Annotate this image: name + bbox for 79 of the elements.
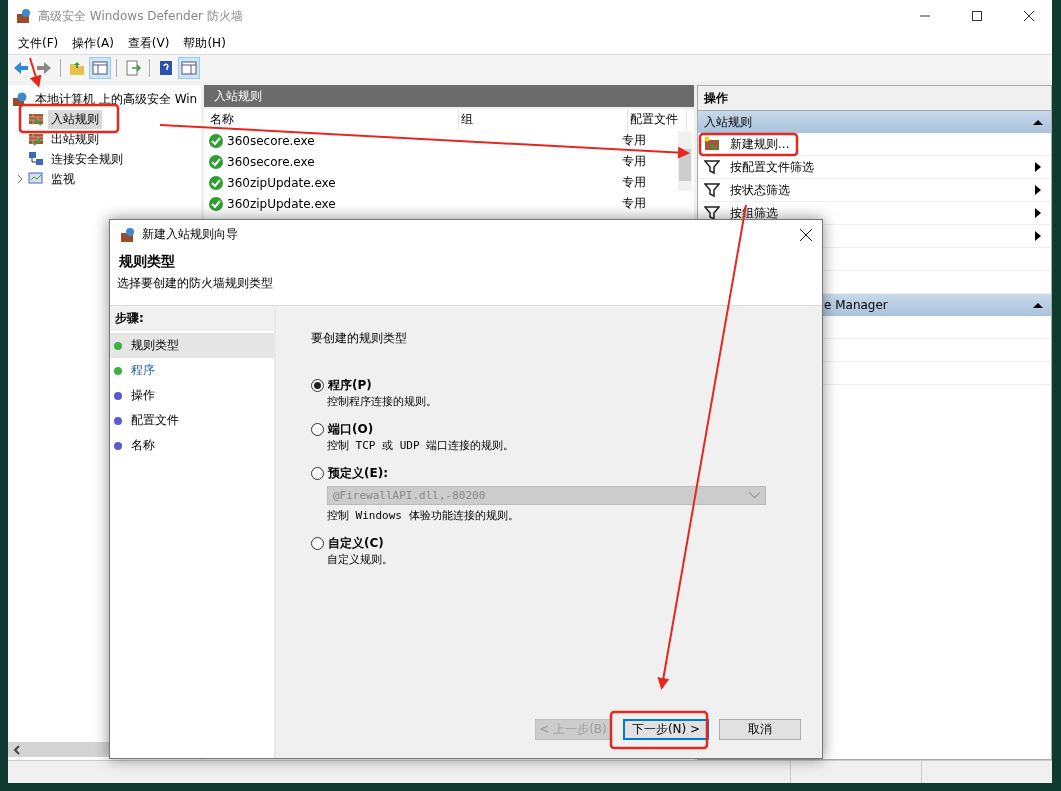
- window-title: 高级安全 Windows Defender 防火墙: [38, 7, 243, 25]
- option-label[interactable]: 预定义(E):: [328, 465, 388, 482]
- tree-item[interactable]: 本地计算机 上的高级安全 Win: [32, 89, 201, 109]
- dialog-subtitle: 选择要创建的防火墙规则类型: [117, 275, 274, 292]
- option-description: 控制 TCP 或 UDP 端口连接的规则。: [326, 438, 516, 453]
- step-item[interactable]: 程序: [131, 362, 155, 379]
- menu-item[interactable]: 操作(A): [72, 34, 114, 52]
- export-icon[interactable]: [123, 58, 143, 78]
- radio-button[interactable]: [311, 467, 324, 480]
- option-description: 控制程序连接的规则。: [326, 394, 438, 409]
- step-item[interactable]: 配置文件: [131, 412, 179, 429]
- step-item[interactable]: 名称: [131, 437, 155, 454]
- dialog-heading: 规则类型: [118, 252, 176, 271]
- option-description: 自定义规则。: [326, 552, 394, 567]
- tree-item[interactable]: 出站规则: [48, 129, 102, 149]
- computers-icon: [28, 151, 44, 167]
- brick-wall-icon: [16, 8, 32, 24]
- submenu-arrow-icon: [1035, 162, 1041, 172]
- filter-icon: [704, 159, 720, 175]
- scroll-left-icon[interactable]: [13, 744, 21, 755]
- radio-button[interactable]: [311, 423, 324, 436]
- menu-item[interactable]: 文件(F): [18, 34, 59, 52]
- panel-icon[interactable]: [179, 58, 199, 78]
- option-label[interactable]: 程序(P): [328, 377, 372, 394]
- brick-wall-icon: [28, 111, 44, 127]
- submenu-arrow-icon: [1035, 208, 1041, 218]
- radio-button[interactable]: [311, 379, 324, 392]
- dialog-button[interactable]: 下一步(N) >: [623, 719, 709, 740]
- radio-button[interactable]: [311, 537, 324, 550]
- brick-wall-icon: [120, 226, 136, 243]
- step-item[interactable]: 规则类型: [131, 337, 179, 354]
- submenu-arrow-icon: [1035, 231, 1041, 241]
- table-cell: 360zipUpdate.exe: [227, 175, 336, 190]
- collapse-icon[interactable]: [1033, 119, 1043, 125]
- table-cell: 360secore.exe: [227, 154, 315, 169]
- table-cell: 360secore.exe: [227, 133, 315, 148]
- section-header[interactable]: 入站规则: [698, 111, 1051, 133]
- collapse-icon[interactable]: [1033, 302, 1043, 308]
- table-cell: 专用: [622, 195, 646, 212]
- monitor-icon: [28, 171, 44, 187]
- action-item[interactable]: 新建规则...: [730, 135, 790, 153]
- dialog-button[interactable]: 取消: [719, 719, 801, 740]
- panel-icon[interactable]: [90, 58, 110, 78]
- steps-title: 步骤:: [110, 306, 274, 331]
- filter-icon: [704, 182, 720, 198]
- tree-item[interactable]: 监视: [48, 169, 78, 189]
- dialog-title: 新建入站规则向导: [142, 226, 238, 243]
- submenu-arrow-icon: [1035, 185, 1041, 195]
- filter-icon: [704, 205, 720, 221]
- action-item[interactable]: 按配置文件筛选: [730, 158, 814, 176]
- tree-item[interactable]: 连接安全规则: [48, 149, 126, 169]
- option-description: 控制 Windows 体验功能连接的规则。: [326, 508, 520, 523]
- brick-wall-icon: [704, 136, 720, 152]
- close-icon[interactable]: [1024, 11, 1034, 21]
- table-cell: 专用: [622, 132, 646, 149]
- column-header[interactable]: 名称: [208, 109, 459, 130]
- prompt-text: 要创建的规则类型: [311, 330, 408, 347]
- tree-item[interactable]: 入站规则: [48, 109, 102, 129]
- menu-item[interactable]: 查看(V): [127, 34, 170, 52]
- column-header[interactable]: 组: [459, 109, 628, 130]
- table-cell: 专用: [622, 153, 646, 170]
- expand-icon[interactable]: [16, 174, 24, 184]
- maximize-icon[interactable]: [972, 11, 982, 21]
- panel-title: 操作: [698, 86, 1051, 111]
- chevron-down-icon: [749, 492, 760, 499]
- menu-item[interactable]: 帮助(H): [183, 34, 226, 52]
- scrollbar[interactable]: [678, 131, 692, 191]
- globe-wall-icon: [12, 91, 28, 107]
- step-item[interactable]: 操作: [131, 387, 155, 404]
- table-cell: 360zipUpdate.exe: [227, 196, 336, 211]
- action-item[interactable]: 按状态筛选: [730, 181, 790, 199]
- option-label[interactable]: 自定义(C): [328, 535, 384, 552]
- option-label[interactable]: 端口(O): [328, 421, 374, 438]
- close-icon[interactable]: [800, 228, 812, 241]
- annotation-arrow: [29, 57, 42, 88]
- table-cell: 专用: [622, 174, 646, 191]
- column-header[interactable]: 配置文件: [628, 109, 687, 130]
- panel-title: 入站规则: [204, 85, 694, 107]
- brick-wall-icon: [28, 131, 44, 147]
